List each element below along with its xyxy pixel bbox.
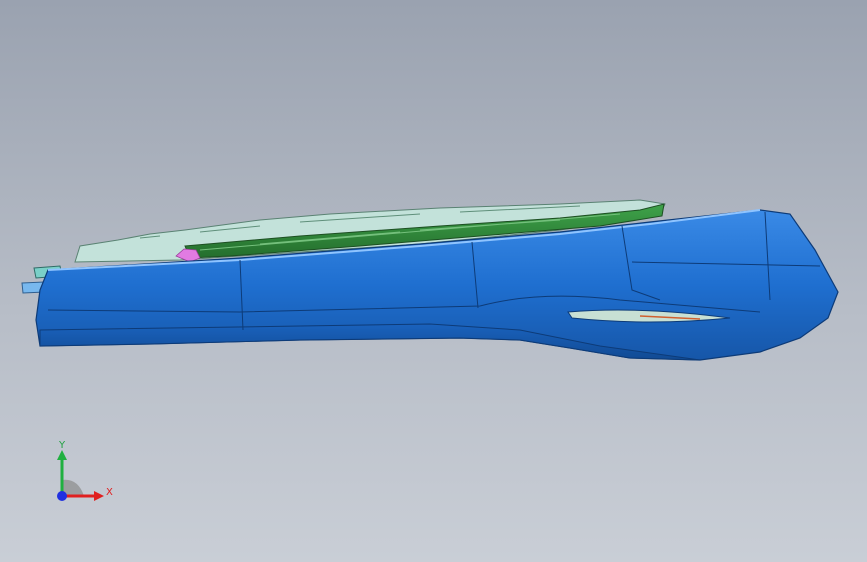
z-axis-dot <box>57 491 67 501</box>
graphics-viewport[interactable]: Y X <box>0 0 867 562</box>
axis-triad: Y X <box>57 440 113 501</box>
cad-model[interactable] <box>0 0 867 562</box>
x-axis-label: X <box>106 487 113 498</box>
x-axis-arrow <box>94 491 104 501</box>
y-axis-label: Y <box>58 440 66 451</box>
y-axis-arrow <box>57 450 67 460</box>
